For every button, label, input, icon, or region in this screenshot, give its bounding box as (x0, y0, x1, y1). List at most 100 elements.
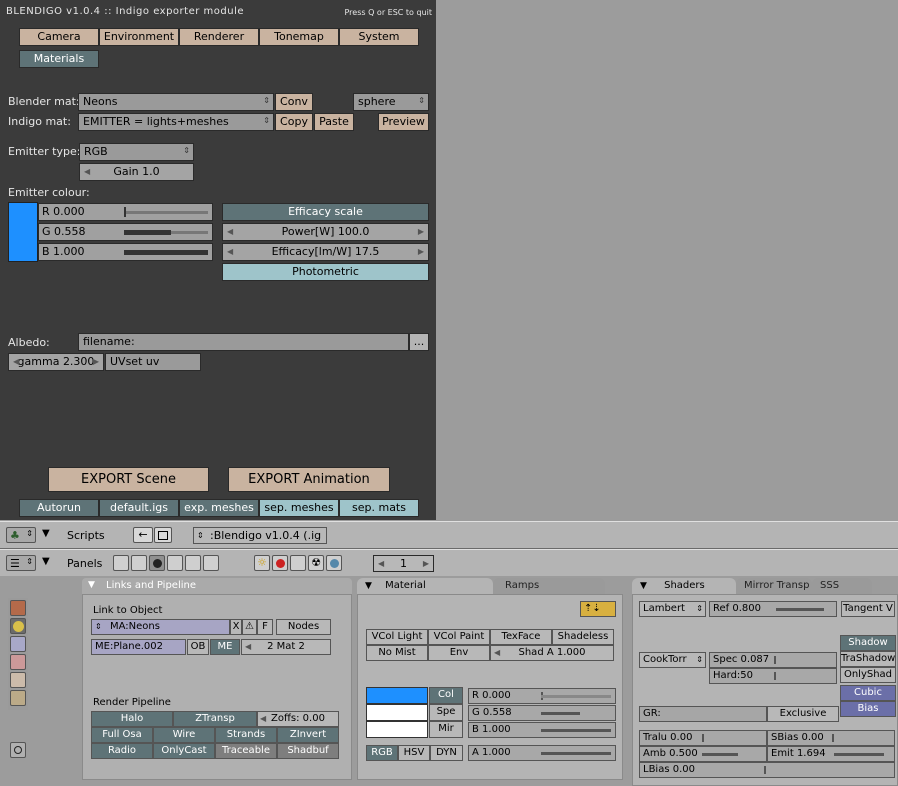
sky-preview-icon[interactable] (10, 690, 26, 706)
tab-materials[interactable]: Materials (19, 50, 99, 68)
diffuse-shader-select[interactable]: Lambert ⇕ (639, 601, 706, 617)
fake-user-button[interactable]: F (257, 619, 273, 635)
radiosity-icon[interactable]: ☢ (308, 555, 324, 571)
exp-meshes-toggle[interactable]: exp. meshes (179, 499, 259, 517)
tab-system[interactable]: System (339, 28, 419, 46)
lamp-icon[interactable]: ☼ (254, 555, 270, 571)
shadbuf-toggle[interactable]: Shadbuf (277, 743, 339, 759)
gain-field[interactable]: ◀ Gain 1.0 (79, 163, 194, 181)
preview-shape-select[interactable]: sphere ⇕ (353, 93, 429, 111)
zinvert-toggle[interactable]: ZInvert (277, 727, 339, 743)
texture-icon[interactable] (290, 555, 306, 571)
sbias-slider[interactable]: SBias 0.00 (767, 730, 895, 746)
mat-g-slider[interactable]: G 0.558 (468, 705, 616, 721)
mat-b-slider[interactable]: B 1.000 (468, 722, 616, 738)
hsv-mode-button[interactable]: HSV (398, 745, 430, 761)
amb-slider[interactable]: Amb 0.500 (639, 746, 767, 762)
dyn-mode-button[interactable]: DYN (430, 745, 463, 761)
tab-mirror-transp[interactable]: Mirror Transp (736, 578, 812, 594)
emitter-type-select[interactable]: RGB ⇕ (79, 143, 194, 161)
script-select[interactable]: ⇕ :Blendigo v1.0.4 (.ig (193, 527, 327, 544)
monkey-preview-icon[interactable] (10, 654, 26, 670)
vcol-paint-toggle[interactable]: VCol Paint (428, 629, 490, 645)
editor-type-icon[interactable]: ♣ ⇕ (6, 527, 36, 543)
bias-toggle[interactable]: Bias (840, 701, 896, 717)
onlyshad-toggle[interactable]: OnlyShad (840, 667, 896, 683)
script-context-icon[interactable] (131, 555, 147, 571)
col-swatch[interactable] (366, 687, 428, 704)
tangent-v-toggle[interactable]: Tangent V (841, 601, 895, 617)
links-pipeline-header[interactable]: ▼ Links and Pipeline (82, 578, 352, 594)
hard-slider[interactable]: Hard:50 (709, 668, 837, 684)
onlycast-toggle[interactable]: OnlyCast (153, 743, 215, 759)
indigo-mat-select[interactable]: EMITTER = lights+meshes ⇕ (78, 113, 274, 131)
mir-swatch[interactable] (366, 721, 428, 738)
radio-toggle[interactable]: Radio (91, 743, 153, 759)
efficacy-scale-button[interactable]: Efficacy scale (222, 203, 429, 221)
default-igs-toggle[interactable]: default.igs (99, 499, 179, 517)
tab-camera[interactable]: Camera (19, 28, 99, 46)
spe-swatch[interactable] (366, 704, 428, 721)
tab-shaders[interactable]: ▼ Shaders (632, 578, 736, 594)
logic-icon[interactable] (113, 555, 129, 571)
scene-icon[interactable] (203, 555, 219, 571)
window-icon[interactable] (154, 527, 172, 543)
texface-toggle[interactable]: TexFace (490, 629, 552, 645)
spec-slider[interactable]: Spec 0.087 (709, 652, 837, 668)
uvset-field[interactable]: UVset uv (105, 353, 201, 371)
specular-shader-select[interactable]: CookTorr ⇕ (639, 652, 706, 668)
efficacy-field[interactable]: ◀ Efficacy[lm/W] 17.5 ▶ (222, 243, 429, 261)
export-scene-button[interactable]: EXPORT Scene (48, 467, 209, 492)
collapse-icon[interactable]: ▼ (640, 581, 647, 591)
car-icon[interactable]: ⚠ (242, 619, 257, 635)
photometric-button[interactable]: Photometric (222, 263, 429, 281)
sep-meshes-toggle[interactable]: sep. meshes (259, 499, 339, 517)
lbias-slider[interactable]: LBias 0.00 (639, 762, 895, 778)
ob-button[interactable]: OB (187, 639, 209, 655)
no-mist-toggle[interactable]: No Mist (366, 645, 428, 661)
emitter-colour-swatch[interactable] (8, 202, 38, 262)
ztransp-toggle[interactable]: ZTransp (173, 711, 257, 727)
shadeless-toggle[interactable]: Shadeless (552, 629, 614, 645)
gr-field[interactable]: GR: (639, 706, 767, 722)
preview-render-icon[interactable] (10, 742, 26, 758)
buttons-editor-icon[interactable]: ☰ ⇕ (6, 555, 36, 571)
halo-toggle[interactable]: Halo (91, 711, 173, 727)
env-toggle[interactable]: Env (428, 645, 490, 661)
strands-toggle[interactable]: Strands (215, 727, 277, 743)
traceable-toggle[interactable]: Traceable (215, 743, 277, 759)
blender-mat-select[interactable]: Neons ⇕ (78, 93, 274, 111)
tralu-slider[interactable]: Tralu 0.00 (639, 730, 767, 746)
me-name-field[interactable]: ME:Plane.002 (91, 639, 186, 655)
editing-icon[interactable] (185, 555, 201, 571)
me-button[interactable]: ME (210, 639, 240, 655)
export-animation-button[interactable]: EXPORT Animation (228, 467, 390, 492)
full-osa-toggle[interactable]: Full Osa (91, 727, 153, 743)
paste-button[interactable]: Paste (314, 113, 354, 131)
emitter-r-slider[interactable]: R 0.000 (38, 203, 213, 221)
exclusive-toggle[interactable]: Exclusive (767, 706, 839, 722)
sphere-preview-icon[interactable] (10, 618, 26, 634)
mat-count-field[interactable]: ◀ 2 Mat 2 (241, 639, 331, 655)
collapse-icon[interactable]: ▼ (42, 528, 50, 539)
unlink-x-button[interactable]: X (230, 619, 242, 635)
vcol-light-toggle[interactable]: VCol Light (366, 629, 428, 645)
tab-ramps[interactable]: Ramps (493, 578, 605, 594)
mir-button[interactable]: Mir (429, 721, 463, 738)
collapse-icon[interactable]: ▼ (88, 580, 95, 590)
hair-preview-icon[interactable] (10, 672, 26, 688)
world-icon[interactable] (326, 555, 342, 571)
shad-a-field[interactable]: ◀ Shad A 1.000 (490, 645, 614, 661)
material-icon[interactable] (272, 555, 288, 571)
shading-icon[interactable] (149, 555, 165, 571)
tab-sss[interactable]: SSS (812, 578, 872, 594)
shadow-toggle[interactable]: Shadow (840, 635, 896, 651)
rgb-mode-button[interactable]: RGB (366, 745, 398, 761)
tab-renderer[interactable]: Renderer (179, 28, 259, 46)
zoffs-field[interactable]: ◀ Zoffs: 0.00 (257, 711, 339, 727)
autorun-toggle[interactable]: Autorun (19, 499, 99, 517)
plane-preview-icon[interactable] (10, 600, 26, 616)
emitter-b-slider[interactable]: B 1.000 (38, 243, 213, 261)
collapse-icon[interactable]: ▼ (42, 556, 50, 567)
power-field[interactable]: ◀ Power[W] 100.0 ▶ (222, 223, 429, 241)
